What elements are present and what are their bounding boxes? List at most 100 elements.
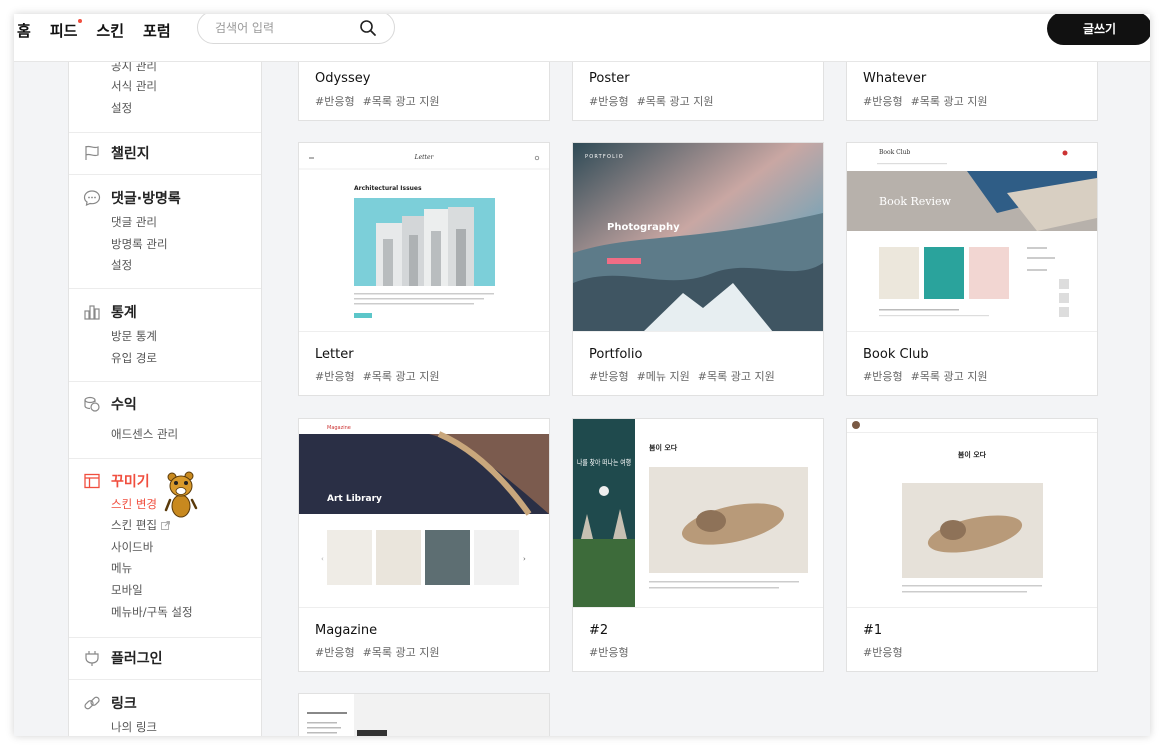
skin-thumbnail-magazine: Magazine Art Library › ‹ (299, 419, 549, 608)
skin-card-letter[interactable]: Letter Architectural Issues Letter #반응형 #… (298, 142, 550, 396)
app-window: 홈 피드 스킨 포럼 글쓰기 공지 관리 서식 관리 설정 챌린지 (14, 14, 1150, 736)
top-nav: 홈 피드 스킨 포럼 (17, 16, 190, 44)
sidebar-item-skin-edit[interactable]: 스킨 편집 (111, 517, 170, 533)
skin-tags: #반응형 #목록 광고 지원 (315, 644, 448, 660)
skin2-preview-image: 나를 찾아 떠나는 여행 봄이 오다 (573, 419, 823, 607)
sidebar-item-comments[interactable]: 댓글·방명록 (83, 188, 181, 208)
sidebar-item-menu[interactable]: 메뉴 (111, 560, 132, 576)
skin-tag: #메뉴 지원 (636, 370, 690, 383)
skin2-heading: 봄이 오다 (649, 443, 678, 452)
sidebar-item-referrer[interactable]: 유입 경로 (111, 350, 157, 366)
sidebar-item-comment-manage[interactable]: 댓글 관리 (111, 214, 157, 230)
sidebar-title-comments: 댓글·방명록 (111, 191, 181, 207)
skin-tag: #목록 광고 지원 (636, 95, 714, 108)
skin2-side-text: 나를 찾아 떠나는 여행 (577, 457, 631, 467)
skin-tag: #반응형 (589, 646, 629, 659)
nav-skin[interactable]: 스킨 (96, 20, 124, 41)
skin-tags: #반응형 #목록 광고 지원 (863, 368, 996, 384)
letter-heading: Architectural Issues (354, 185, 422, 192)
skin1-heading: 봄이 오다 (958, 450, 987, 459)
skin-name: Book Club (863, 347, 929, 362)
nav-feed[interactable]: 피드 (49, 18, 83, 41)
sidebar-item-comment-settings[interactable]: 설정 (111, 257, 132, 273)
skin-card-next[interactable] (298, 693, 550, 736)
sidebar-item-my-link[interactable]: 나의 링크 (111, 719, 157, 735)
nav-forum[interactable]: 포럼 (143, 20, 171, 41)
sidebar-item-format[interactable]: 서식 관리 (111, 78, 157, 94)
sidebar-item-visit-stats[interactable]: 방문 통계 (111, 328, 157, 344)
sidebar-item-guestbook-manage[interactable]: 방명록 관리 (111, 236, 168, 252)
sidebar-section-revenue: 수익 애드센스 관리 (69, 382, 261, 459)
skin-name: Poster (589, 71, 630, 86)
search-input[interactable] (215, 19, 355, 37)
sidebar-item-notice[interactable]: 공지 관리 (111, 62, 157, 74)
skin-card-magazine[interactable]: Magazine Art Library › ‹ Magazine #반응형 #목… (298, 418, 550, 672)
search-icon[interactable] (359, 19, 377, 37)
sidebar-item-menubar-subscribe[interactable]: 메뉴바/구독 설정 (111, 604, 193, 620)
letter-preview-image: Letter Architectural Issues (299, 143, 549, 331)
sidebar-item-notice-settings[interactable]: 설정 (111, 100, 132, 116)
skin-tags: #반응형 #목록 광고 지원 (863, 93, 996, 109)
sidebar-title-stats: 통계 (111, 305, 137, 321)
svg-text:›: › (523, 555, 526, 563)
svg-text:‹: ‹ (321, 555, 324, 563)
skin-card-1[interactable]: 봄이 오다 #1 #반응형 (846, 418, 1098, 672)
skin-tag: #목록 광고 지원 (362, 95, 440, 108)
link-icon (84, 696, 100, 710)
skin-tags: #반응형 (863, 644, 911, 660)
nav-home[interactable]: 홈 (17, 20, 31, 41)
skin1-preview-image: 봄이 오다 (847, 419, 1097, 607)
speech-bubble-icon (83, 190, 101, 206)
skin-tag: #반응형 (589, 95, 629, 108)
sidebar-section-link: 링크 나의 링크 (69, 680, 261, 736)
skin-thumbnail-2: 나를 찾아 떠나는 여행 봄이 오다 (573, 419, 823, 608)
bookclub-brand: Book Club (879, 149, 911, 156)
sidebar-title-revenue: 수익 (111, 397, 137, 413)
sidebar-section-stats: 통계 방문 통계 유입 경로 (69, 289, 261, 382)
portfolio-heading: Photography (607, 222, 680, 233)
skin-thumbnail-portfolio: PORTFOLIO Photography (573, 143, 823, 332)
skin-tag: #반응형 (863, 370, 903, 383)
sidebar-item-skin-edit-label: 스킨 편집 (111, 518, 157, 532)
skin-tag: #목록 광고 지원 (910, 370, 988, 383)
skin-card-portfolio[interactable]: PORTFOLIO Photography Portfolio #반응형 #메뉴 … (572, 142, 824, 396)
sidebar-item-mobile[interactable]: 모바일 (111, 582, 143, 598)
skin-card-2[interactable]: 나를 찾아 떠나는 여행 봄이 오다 #2 #반응형 (572, 418, 824, 672)
sidebar-item-adsense[interactable]: 애드센스 관리 (111, 426, 178, 442)
sidebar-title-plugin: 플러그인 (111, 651, 163, 667)
bookclub-banner: Book Review (879, 195, 952, 208)
skin-name: Whatever (863, 71, 927, 86)
sidebar-item-revenue[interactable]: 수익 (83, 394, 137, 414)
skin-tag: #반응형 (863, 95, 903, 108)
sidebar-item-sidebar[interactable]: 사이드바 (111, 539, 153, 555)
skin-name: Letter (315, 347, 354, 362)
notification-dot (78, 18, 83, 23)
bear-mascot-icon (164, 471, 198, 518)
write-button[interactable]: 글쓰기 (1047, 14, 1150, 45)
skin-thumbnail-1: 봄이 오다 (847, 419, 1097, 608)
magazine-brand: Magazine (327, 425, 351, 431)
sidebar-item-skin-change[interactable]: 스킨 변경 (111, 496, 157, 512)
skin-thumbnail-letter: Letter Architectural Issues (299, 143, 549, 332)
sidebar-item-challenge[interactable]: 챌린지 (83, 143, 150, 163)
top-bar: 홈 피드 스킨 포럼 글쓰기 (14, 14, 1150, 62)
skin-name: Odyssey (315, 71, 371, 86)
letter-brand: Letter (414, 154, 435, 161)
sidebar-item-decorate[interactable]: 꾸미기 (83, 471, 150, 491)
sidebar-title-decorate: 꾸미기 (111, 474, 150, 490)
sidebar-item-stats[interactable]: 통계 (83, 302, 137, 322)
sidebar-title-link: 링크 (111, 696, 137, 712)
skin-tag: #반응형 (315, 370, 355, 383)
magazine-preview-image: Magazine Art Library › ‹ (299, 419, 549, 607)
skin-card-bookclub[interactable]: Book Club Book Review Book Club #반응형 #목록 … (846, 142, 1098, 396)
sidebar-item-link[interactable]: 링크 (83, 693, 137, 713)
nav-feed-label: 피드 (49, 21, 78, 40)
skin-name: Portfolio (589, 347, 643, 362)
skin-tag: #반응형 (589, 370, 629, 383)
skin-tags: #반응형 #목록 광고 지원 (315, 93, 448, 109)
skin-name: Magazine (315, 623, 378, 638)
sidebar-section-plugin: 플러그인 (69, 638, 261, 680)
skin-tag: #목록 광고 지원 (910, 95, 988, 108)
skin-tag: #목록 광고 지원 (362, 646, 440, 659)
sidebar-item-plugin[interactable]: 플러그인 (83, 648, 163, 668)
